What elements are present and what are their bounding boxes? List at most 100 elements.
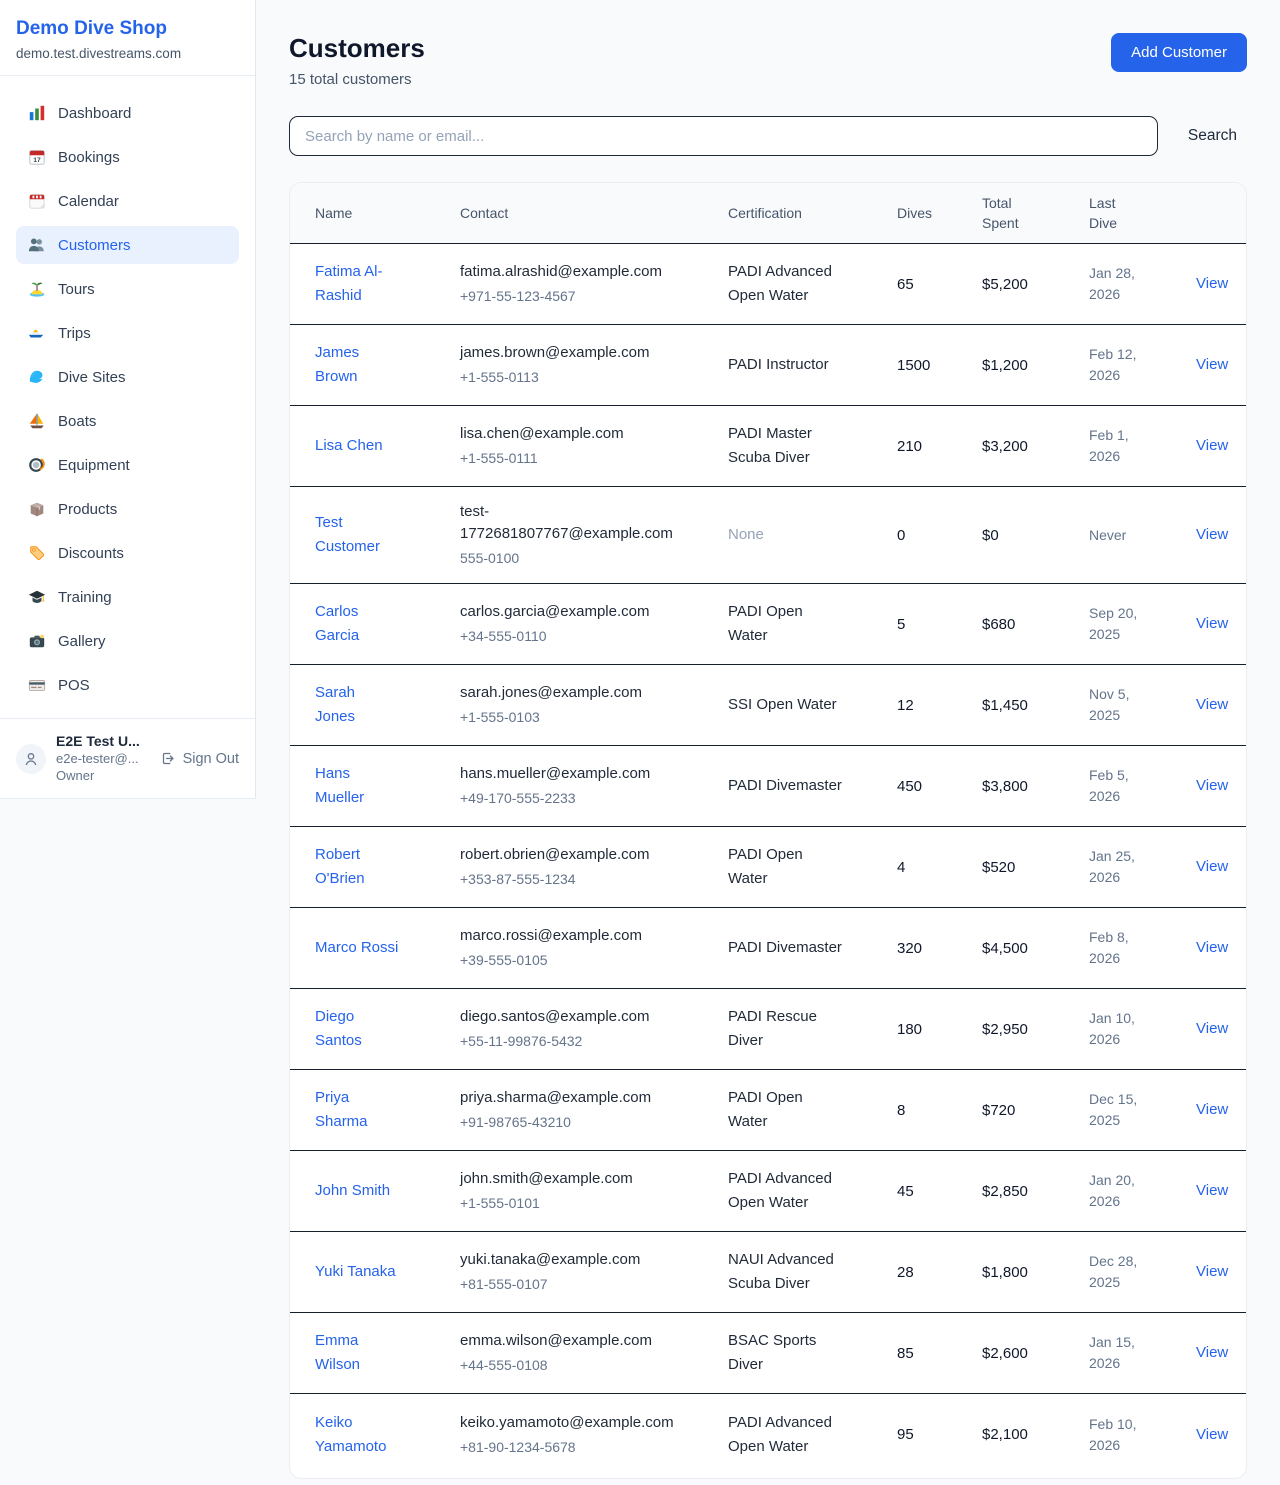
column-header-contact: Contact <box>460 203 728 223</box>
customer-certification: NAUI Advanced Scuba Diver <box>728 1248 846 1296</box>
customer-name-link[interactable]: Emma Wilson <box>315 1329 399 1377</box>
table-row: Keiko Yamamoto keiko.yamamoto@example.co… <box>290 1394 1246 1475</box>
customer-name-link[interactable]: Sarah Jones <box>315 681 399 729</box>
view-link[interactable]: View <box>1196 858 1228 875</box>
customer-name-link[interactable]: Hans Mueller <box>315 762 399 810</box>
customer-dives: 45 <box>897 1183 982 1200</box>
customer-phone: +81-555-0107 <box>460 1273 718 1295</box>
view-link[interactable]: View <box>1196 1263 1228 1280</box>
search-button[interactable]: Search <box>1178 121 1247 151</box>
view-link[interactable]: View <box>1196 615 1228 632</box>
customer-name-link[interactable]: Marco Rossi <box>315 936 398 960</box>
customer-certification: PADI Divemaster <box>728 936 842 960</box>
customer-name-link[interactable]: Yuki Tanaka <box>315 1260 396 1284</box>
sidebar-item-trips[interactable]: Trips <box>16 314 239 352</box>
customer-last-dive: Jan 28, 2026 <box>1089 263 1145 305</box>
add-customer-button[interactable]: Add Customer <box>1111 33 1247 72</box>
customer-name-link[interactable]: Lisa Chen <box>315 434 383 458</box>
column-header-certification: Certification <box>728 203 897 223</box>
customer-phone: +1-555-0103 <box>460 706 718 728</box>
brand-title[interactable]: Demo Dive Shop <box>16 17 239 41</box>
customer-phone: 555-0100 <box>460 547 718 569</box>
customer-name-link[interactable]: Test Customer <box>315 511 399 559</box>
view-link[interactable]: View <box>1196 275 1228 292</box>
customer-email: john.smith@example.com <box>460 1168 678 1190</box>
sidebar-item-discounts[interactable]: Discounts <box>16 534 239 572</box>
customer-total-spent: $3,200 <box>982 438 1089 455</box>
sidebar-nav: Dashboard 17 Bookings Calendar Customers… <box>0 76 255 718</box>
search-input[interactable] <box>289 116 1158 156</box>
customer-name-link[interactable]: Robert O'Brien <box>315 843 399 891</box>
customer-phone: +39-555-0105 <box>460 949 718 971</box>
customer-name-link[interactable]: Fatima Al-Rashid <box>315 260 399 308</box>
sidebar-item-gallery[interactable]: Gallery <box>16 622 239 660</box>
sidebar-item-boats[interactable]: Boats <box>16 402 239 440</box>
customer-name-link[interactable]: Carlos Garcia <box>315 600 399 648</box>
table-row: Hans Mueller hans.mueller@example.com +4… <box>290 746 1246 827</box>
sidebar-item-calendar[interactable]: Calendar <box>16 182 239 220</box>
table-row: Test Customer test-1772681807767@example… <box>290 487 1246 584</box>
customer-total-spent: $2,950 <box>982 1021 1089 1038</box>
table-row: Emma Wilson emma.wilson@example.com +44-… <box>290 1313 1246 1394</box>
customer-email: lisa.chen@example.com <box>460 423 678 445</box>
view-link[interactable]: View <box>1196 1020 1228 1037</box>
sidebar-item-equipment[interactable]: Equipment <box>16 446 239 484</box>
sidebar-item-pos[interactable]: POS <box>16 666 239 704</box>
customer-total-spent: $0 <box>982 527 1089 544</box>
user-email: e2e-tester@... <box>56 750 151 767</box>
sidebar-item-bookings[interactable]: 17 Bookings <box>16 138 239 176</box>
customer-last-dive: Feb 5, 2026 <box>1089 765 1145 807</box>
customer-name-link[interactable]: John Smith <box>315 1179 390 1203</box>
customer-name-link[interactable]: Keiko Yamamoto <box>315 1411 399 1459</box>
view-link[interactable]: View <box>1196 1101 1228 1118</box>
customers-table: Name Contact Certification Dives Total S… <box>289 182 1247 1479</box>
sidebar-item-training[interactable]: Training <box>16 578 239 616</box>
customer-name-link[interactable]: James Brown <box>315 341 399 389</box>
view-link[interactable]: View <box>1196 356 1228 373</box>
customer-total-spent: $680 <box>982 616 1089 633</box>
view-link[interactable]: View <box>1196 696 1228 713</box>
sidebar-item-dashboard[interactable]: Dashboard <box>16 94 239 132</box>
customer-email: robert.obrien@example.com <box>460 844 678 866</box>
brand-block: Demo Dive Shop demo.test.divestreams.com <box>0 0 255 76</box>
customer-dives: 28 <box>897 1264 982 1281</box>
sidebar-item-customers[interactable]: Customers <box>16 226 239 264</box>
view-link[interactable]: View <box>1196 1344 1228 1361</box>
customers-icon <box>28 236 46 254</box>
view-link[interactable]: View <box>1196 1182 1228 1199</box>
sidebar-item-products[interactable]: Products <box>16 490 239 528</box>
view-link[interactable]: View <box>1196 526 1228 543</box>
view-link[interactable]: View <box>1196 939 1228 956</box>
customer-certification: PADI Advanced Open Water <box>728 1411 846 1459</box>
speedboat-icon <box>28 324 46 342</box>
package-icon <box>28 500 46 518</box>
customer-email: emma.wilson@example.com <box>460 1330 678 1352</box>
customer-name-link[interactable]: Diego Santos <box>315 1005 399 1053</box>
brand-domain: demo.test.divestreams.com <box>16 46 239 61</box>
view-link[interactable]: View <box>1196 437 1228 454</box>
customer-certification: BSAC Sports Diver <box>728 1329 846 1377</box>
dive-mask-icon <box>28 456 46 474</box>
customer-name-link[interactable]: Priya Sharma <box>315 1086 399 1134</box>
customer-phone: +81-90-1234-5678 <box>460 1436 718 1458</box>
user-info: E2E Test U... e2e-tester@... Owner <box>56 733 151 784</box>
customer-last-dive: Feb 10, 2026 <box>1089 1414 1145 1456</box>
view-link[interactable]: View <box>1196 777 1228 794</box>
customer-certification: PADI Divemaster <box>728 774 842 798</box>
sidebar-item-dive-sites[interactable]: Dive Sites <box>16 358 239 396</box>
customer-dives: 180 <box>897 1021 982 1038</box>
credit-card-icon <box>28 676 46 694</box>
customer-last-dive: Sep 20, 2025 <box>1089 603 1145 645</box>
sidebar-item-tours[interactable]: Tours <box>16 270 239 308</box>
table-row: James Brown james.brown@example.com +1-5… <box>290 325 1246 406</box>
customer-certification: PADI Open Water <box>728 843 846 891</box>
sign-out-button[interactable]: Sign Out <box>161 751 239 767</box>
customer-dives: 4 <box>897 859 982 876</box>
customer-phone: +971-55-123-4567 <box>460 285 718 307</box>
camera-icon <box>28 632 46 650</box>
customer-dives: 65 <box>897 276 982 293</box>
customer-last-dive: Feb 8, 2026 <box>1089 927 1145 969</box>
customer-certification: PADI Rescue Diver <box>728 1005 846 1053</box>
view-link[interactable]: View <box>1196 1426 1228 1443</box>
calendar-icon <box>28 192 46 210</box>
